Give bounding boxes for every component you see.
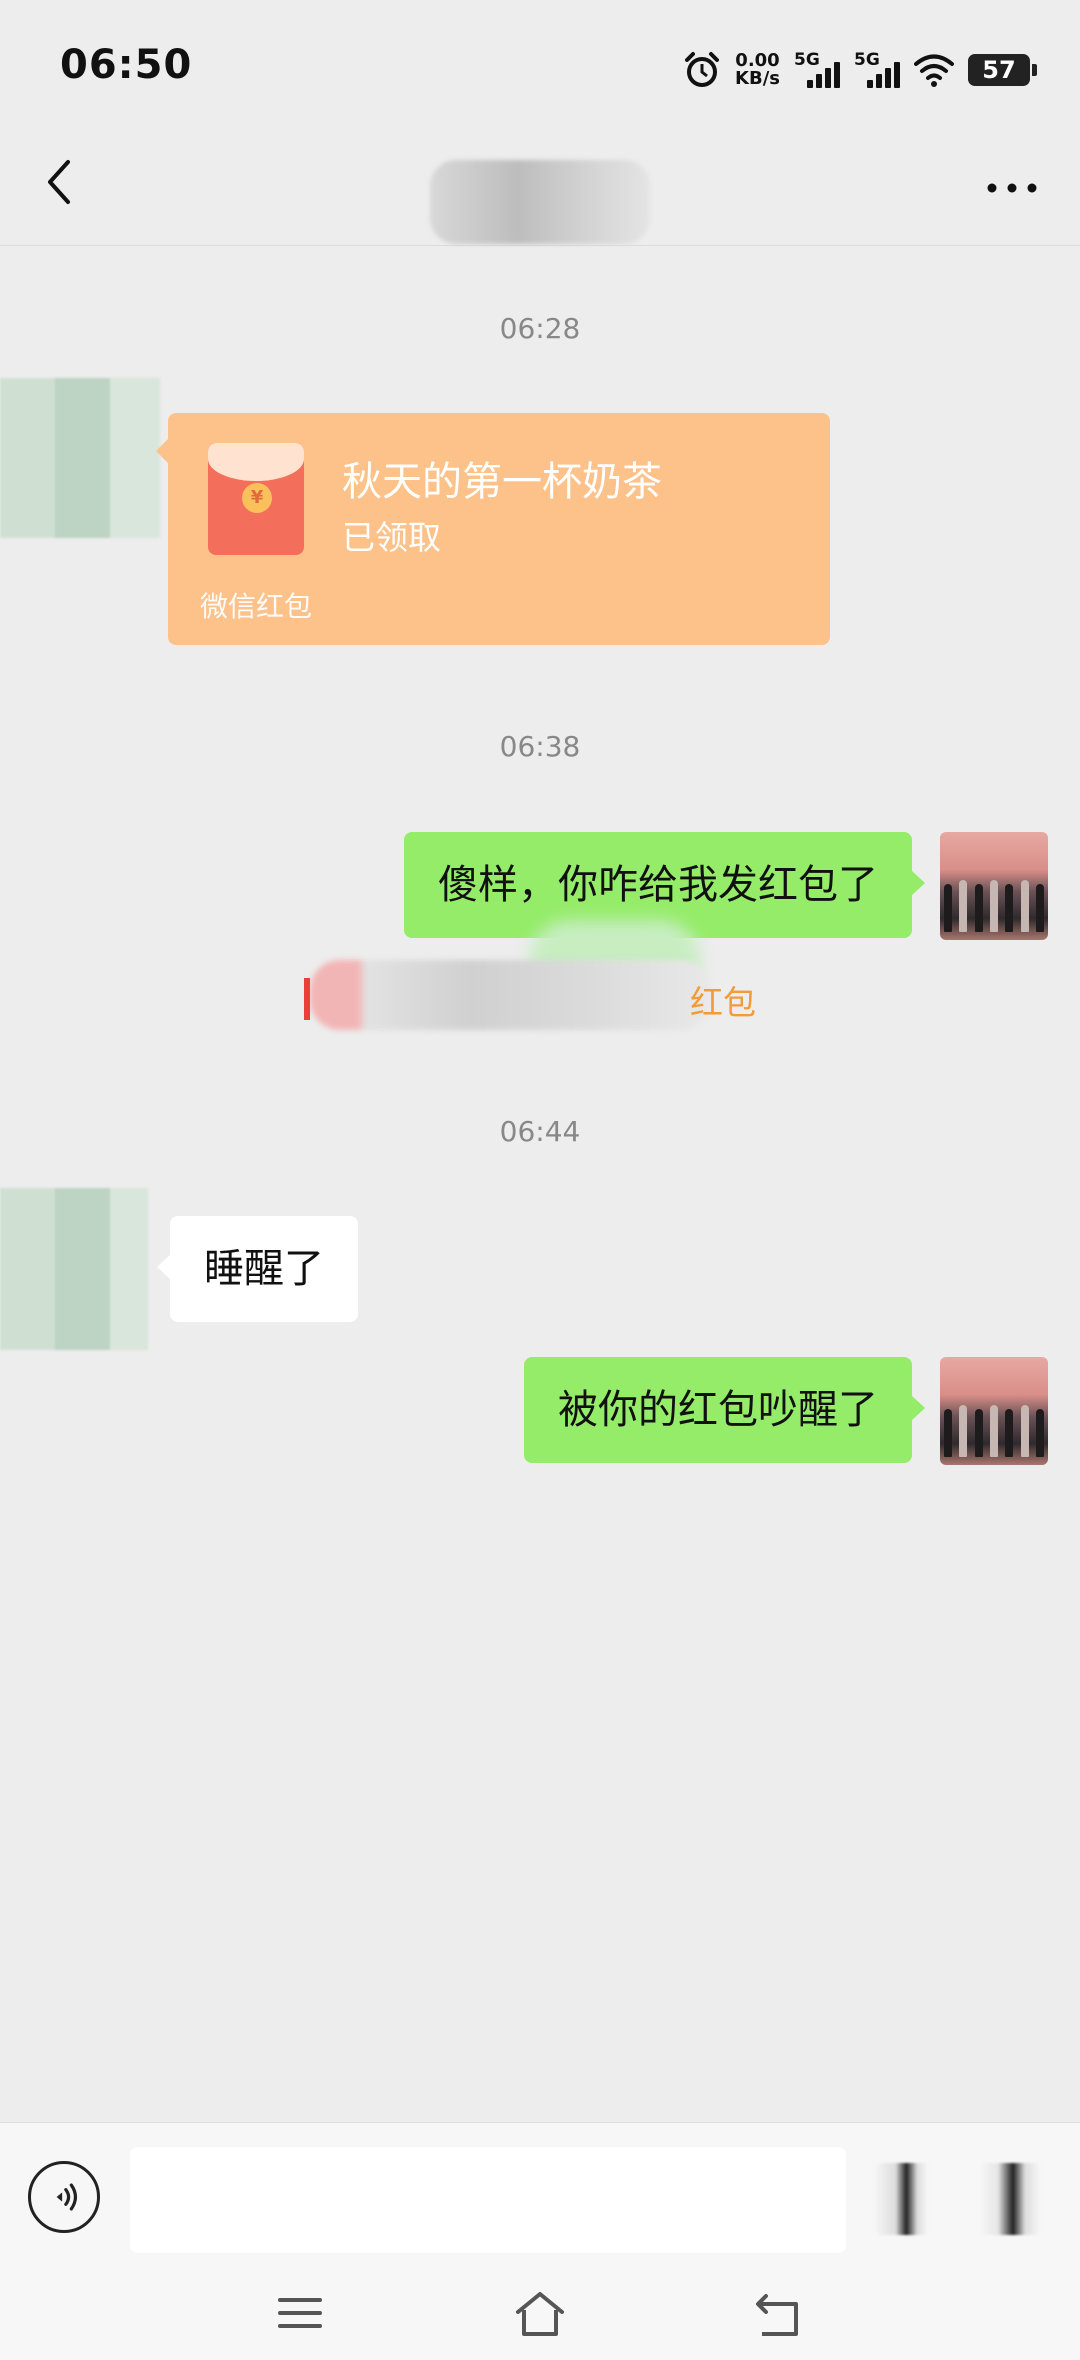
signal-icon: 5G — [854, 50, 900, 90]
home-icon[interactable] — [512, 2288, 568, 2340]
status-icons: 0.00 KB/s 5G 5G 57 — [683, 46, 1037, 94]
back-icon[interactable] — [752, 2288, 806, 2340]
avatar[interactable] — [0, 378, 160, 538]
red-packet-footer: 微信红包 — [200, 590, 313, 623]
wifi-icon — [914, 54, 954, 87]
red-packet-title: 秋天的第一杯奶茶 — [342, 459, 662, 505]
red-packet-status: 已领取 — [342, 518, 441, 557]
avatar[interactable] — [0, 1188, 148, 1350]
net-speed-unit: KB/s — [735, 68, 780, 89]
status-bar: 06:50 0.00 KB/s 5G 5G 57 — [0, 0, 1080, 130]
sent-message[interactable]: 被你的红包吵醒了 — [524, 1357, 925, 1463]
voice-icon[interactable] — [28, 2161, 100, 2233]
system-note: 红包 — [300, 920, 800, 1050]
system-note-redacted — [310, 960, 710, 1030]
emoji-icon[interactable] — [874, 2163, 928, 2235]
input-bar — [0, 2122, 1080, 2269]
menu-icon[interactable] — [276, 2288, 324, 2338]
message-input[interactable] — [130, 2147, 846, 2253]
system-note-text[interactable]: 红包 — [690, 976, 756, 1024]
alarm-icon — [685, 52, 720, 87]
chat-title-redacted — [430, 160, 650, 244]
avatar[interactable] — [940, 832, 1048, 940]
battery-icon: 57 — [968, 54, 1037, 86]
red-packet-message[interactable]: ¥ 秋天的第一杯奶茶 已领取 微信红包 — [156, 413, 830, 645]
avatar[interactable] — [940, 1357, 1048, 1465]
chevron-left-icon[interactable] — [36, 152, 86, 212]
more-dots-icon[interactable] — [982, 170, 1042, 206]
timestamp: 06:28 — [499, 312, 581, 345]
signal-icon: 5G — [794, 50, 840, 90]
status-time: 06:50 — [60, 42, 193, 88]
plus-icon[interactable] — [980, 2163, 1040, 2235]
net-speed: 0.00 KB/s — [735, 52, 780, 88]
received-message[interactable]: 睡醒了 — [157, 1216, 358, 1322]
timestamp: 06:44 — [499, 1115, 581, 1148]
coin-symbol: ¥ — [242, 483, 272, 513]
system-nav-bar — [0, 2268, 1080, 2360]
chat-header — [0, 130, 1080, 246]
timestamp: 06:38 — [499, 730, 581, 763]
red-envelope-icon: ¥ — [208, 443, 304, 555]
